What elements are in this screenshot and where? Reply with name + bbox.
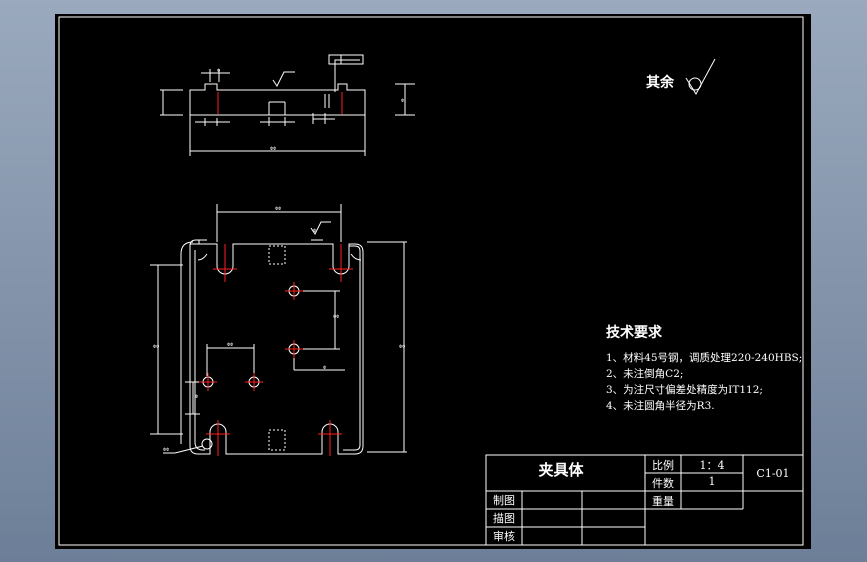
dim-label: Φ <box>217 68 220 73</box>
checked-by-label: 审核 <box>493 530 515 543</box>
dim-label: ΦΦ <box>333 314 339 319</box>
dim-label: ΦΦ <box>270 146 276 151</box>
plan-view <box>150 204 407 455</box>
tech-requirement-item: 2、未注倒角C2; <box>606 368 684 380</box>
scale-label: 比例 <box>652 459 674 472</box>
drawn-by-label: 制图 <box>493 494 515 507</box>
dim-label: ΦΦ <box>275 206 281 211</box>
dim-label: ΦΦ <box>227 342 233 347</box>
drawing-canvas: ΦΦ Φ Φ ΦΦ ΦΦ ΦΦ ΦΦ ΦΦ Φ Φ ΦΦ Φ 其余 技术要求 1… <box>55 14 811 549</box>
tech-requirement-item: 1、材料45号钢，调质处理220-240HBS; <box>606 352 803 364</box>
drawing-number: C1-01 <box>756 467 790 480</box>
side-view <box>160 54 415 156</box>
dim-label: ΦΦ <box>153 344 159 349</box>
weight-label: 重量 <box>652 495 674 508</box>
quantity-label: 件数 <box>652 477 674 490</box>
tech-requirement-item: 4、未注圆角半径为R3. <box>606 400 715 412</box>
dim-label: Φ <box>313 228 316 233</box>
tech-requirement-item: 3、为注尺寸偏差处精度为IT112; <box>606 384 763 396</box>
dim-label: Φ <box>323 365 326 370</box>
dim-label: Φ <box>401 98 404 103</box>
tech-requirements-heading: 技术要求 <box>606 325 662 341</box>
dim-label: ΦΦ <box>163 447 169 452</box>
dim-label: Φ <box>195 394 198 399</box>
dim-label: ΦΦ <box>399 344 405 349</box>
scale-value: 1：4 <box>699 459 725 472</box>
side-view-dim-text: ΦΦ Φ Φ <box>217 68 404 151</box>
quantity-value: 1 <box>708 475 716 488</box>
surface-finish-note: 其余 <box>646 75 674 91</box>
part-name: 夹具体 <box>538 461 584 479</box>
surface-finish-symbol <box>685 58 716 95</box>
traced-by-label: 描图 <box>493 512 515 525</box>
